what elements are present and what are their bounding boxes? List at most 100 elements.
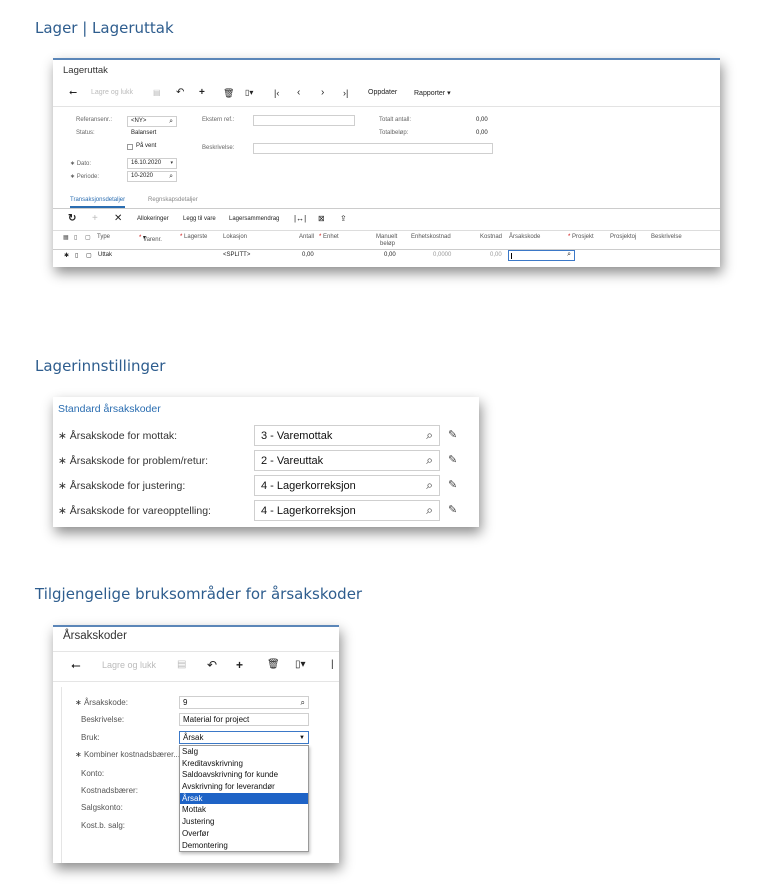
option-demontering[interactable]: Demontering: [180, 840, 308, 852]
back-icon[interactable]: ⭠: [69, 86, 77, 100]
tab-transaction-details[interactable]: Transaksjonsdetaljer: [70, 197, 126, 208]
save-icon[interactable]: ▤: [177, 657, 186, 673]
save-icon[interactable]: ▤: [153, 86, 161, 100]
dropdown-icon[interactable]: ▾: [170, 159, 173, 168]
add-row-icon[interactable]: +: [92, 213, 98, 225]
heading-bruksomrader: Tilgjengelige bruksområder for årsakskod…: [35, 585, 363, 603]
cell-manual-amount[interactable]: 0,00: [384, 252, 396, 258]
chevron-down-icon[interactable]: ▼: [299, 733, 305, 744]
next-record-icon[interactable]: ›: [321, 86, 324, 100]
col-cost[interactable]: Kostnad: [480, 234, 502, 240]
tab-financial-details[interactable]: Regnskapsdetaljer: [148, 197, 198, 206]
inventory-summary-button[interactable]: Lagersammendrag: [229, 216, 279, 222]
reason-code-label: Årsakskode:: [75, 698, 128, 707]
file-col-icon: ▢: [85, 235, 91, 241]
search-icon[interactable]: ⌕: [169, 172, 173, 181]
delete-icon[interactable]: 🗑: [223, 86, 234, 100]
fit-columns-icon[interactable]: |↔|: [294, 213, 306, 225]
first-record-icon[interactable]: |: [331, 657, 334, 673]
col-warehouse[interactable]: Lagerste: [180, 234, 207, 240]
option-mottak[interactable]: Mottak: [180, 804, 308, 816]
allocations-button[interactable]: Allokeringer: [137, 216, 169, 222]
file-icon[interactable]: ▢: [86, 252, 92, 259]
search-icon[interactable]: ⌕: [301, 697, 305, 708]
col-uom[interactable]: Enhet: [319, 234, 339, 240]
upload-icon[interactable]: ⇪: [340, 213, 347, 225]
note-icon[interactable]: ▯: [75, 252, 78, 259]
search-icon[interactable]: ⌕: [169, 117, 173, 126]
undo-icon[interactable]: ↶: [176, 86, 184, 100]
search-icon[interactable]: ⌕: [426, 478, 433, 493]
cell-cost[interactable]: 0,00: [490, 252, 502, 258]
col-unit-cost[interactable]: Enhetskostnad: [411, 234, 451, 240]
add-icon[interactable]: +: [236, 657, 243, 673]
back-icon[interactable]: ⭠: [71, 657, 81, 673]
reason-row-count: Årsakskode for vareopptelling: 4 - Lager…: [53, 500, 479, 524]
table-row[interactable]: ✱ ▯ ▢ Uttak <SPLITT> 0,00 0,00 0,0000 0,…: [53, 250, 720, 262]
search-icon[interactable]: ⌕: [426, 428, 433, 443]
adjustment-reason-label: Årsakskode for justering:: [58, 480, 186, 492]
cell-qty[interactable]: 0,00: [302, 252, 314, 258]
count-reason-field[interactable]: 4 - Lagerkorreksjon ⌕: [254, 500, 440, 521]
usage-select[interactable]: Årsak ▼: [179, 731, 309, 744]
copy-paste-icon[interactable]: ▯▾: [245, 86, 253, 100]
col-project-task[interactable]: Prosjektoj: [610, 234, 636, 240]
reason-code-cell[interactable]: ⌕: [508, 250, 575, 261]
option-avskrivning-leverandor[interactable]: Avskrivning for leverandør: [180, 781, 308, 793]
option-kreditavskrivning[interactable]: Kreditavskrivning: [180, 758, 308, 770]
date-field[interactable]: 16.10.2020 ▾: [127, 158, 177, 169]
refresh-icon[interactable]: ↻: [68, 213, 76, 225]
edit-icon[interactable]: ✎: [448, 453, 457, 466]
cell-location[interactable]: <SPLITT>: [223, 252, 250, 258]
edit-icon[interactable]: ✎: [448, 503, 457, 516]
save-close-button[interactable]: Lagre og lukk: [91, 89, 133, 96]
description-field[interactable]: [253, 143, 493, 154]
update-button[interactable]: Oppdater: [368, 89, 397, 96]
cell-unit-cost[interactable]: 0,0000: [433, 252, 451, 258]
search-icon[interactable]: ⌕: [426, 453, 433, 468]
col-qty[interactable]: Antall: [299, 234, 314, 240]
edit-icon[interactable]: ✎: [448, 428, 457, 441]
option-saldoavskrivning[interactable]: Saldoavskrivning for kunde: [180, 769, 308, 781]
copy-paste-icon[interactable]: ▯▾: [295, 657, 306, 673]
col-type[interactable]: Type: [97, 234, 110, 240]
receipt-reason-field[interactable]: 3 - Varemottak ⌕: [254, 425, 440, 446]
col-item[interactable]: Varenr. ▾: [139, 234, 162, 243]
col-description[interactable]: Beskrivelse: [651, 234, 682, 240]
export-excel-icon[interactable]: ⊠: [318, 213, 325, 225]
col-location[interactable]: Lokasjon: [223, 234, 247, 240]
delete-row-icon[interactable]: ✕: [114, 213, 122, 225]
previous-record-icon[interactable]: ‹: [297, 86, 300, 100]
delete-icon[interactable]: 🗑: [267, 657, 280, 673]
ext-ref-field[interactable]: [253, 115, 355, 126]
col-project[interactable]: Prosjekt: [568, 234, 594, 240]
col-manual[interactable]: Manuelt: [376, 234, 397, 240]
save-close-button[interactable]: Lagre og lukk: [102, 660, 156, 670]
subaccount-label: Kostnadsbærer:: [81, 786, 138, 795]
add-item-button[interactable]: Legg til vare: [183, 216, 216, 222]
cell-type[interactable]: Uttak: [98, 252, 112, 258]
option-overfor[interactable]: Overfør: [180, 828, 308, 840]
reports-menu[interactable]: Rapporter ▾: [414, 89, 451, 97]
first-record-icon[interactable]: |‹: [274, 86, 279, 100]
description-field[interactable]: Material for project: [179, 713, 309, 726]
count-reason-label: Årsakskode for vareopptelling:: [58, 505, 211, 517]
undo-icon[interactable]: ↶: [207, 657, 217, 673]
search-icon[interactable]: ⌕: [426, 503, 433, 518]
last-record-icon[interactable]: ›|: [343, 86, 348, 100]
ref-field[interactable]: <NY> ⌕: [127, 116, 177, 127]
option-salg[interactable]: Salg: [180, 746, 308, 758]
edit-icon[interactable]: ✎: [448, 478, 457, 491]
col-reason[interactable]: Årsakskode: [509, 234, 540, 240]
grid-header: ▦ ▯ ▢ Type Varenr. ▾ Lagerste Lokasjon A…: [53, 230, 720, 250]
search-icon[interactable]: ⌕: [567, 251, 571, 259]
description-label: Beskrivelse:: [202, 145, 235, 151]
adjustment-reason-field[interactable]: 4 - Lagerkorreksjon ⌕: [254, 475, 440, 496]
option-justering[interactable]: Justering: [180, 816, 308, 828]
add-icon[interactable]: +: [199, 86, 205, 100]
issue-reason-field[interactable]: 2 - Vareuttak ⌕: [254, 450, 440, 471]
period-field[interactable]: 10-2020 ⌕: [127, 171, 177, 182]
option-arsak[interactable]: Årsak: [180, 792, 308, 805]
reason-code-field[interactable]: 9 ⌕: [179, 696, 309, 709]
hold-checkbox[interactable]: [127, 144, 133, 150]
